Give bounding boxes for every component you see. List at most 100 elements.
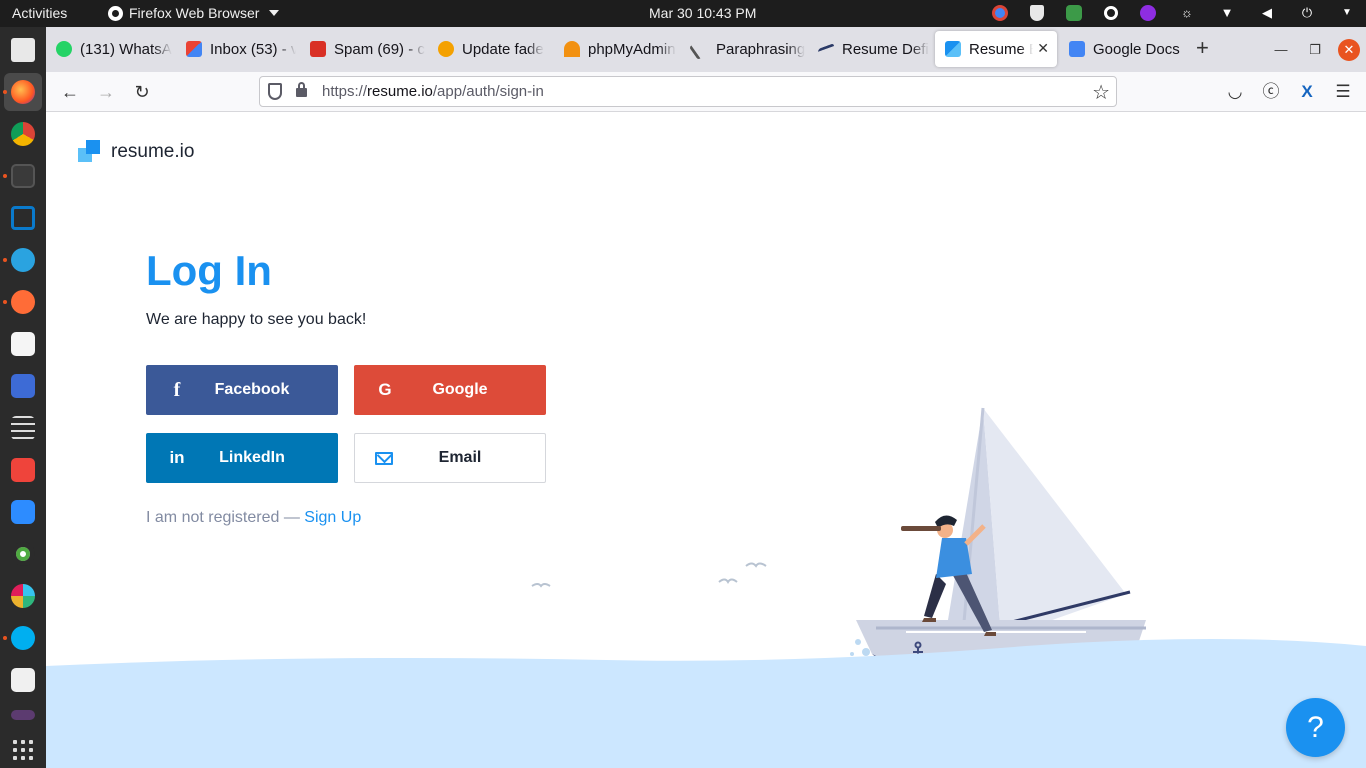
new-tab-icon[interactable]: +	[1196, 37, 1209, 59]
tab-label: Resume Bu	[969, 40, 1033, 58]
phpmyadmin-icon	[564, 41, 580, 57]
running-indicator	[3, 90, 7, 94]
close-window-icon[interactable]: ✕	[1338, 38, 1360, 61]
show-applications-icon[interactable]	[13, 740, 33, 760]
tab-strip: (131) WhatsApp Inbox (53) - v Spam (69) …	[46, 27, 1366, 72]
tab-update-fade[interactable]: Update fade	[428, 31, 552, 67]
running-indicator	[3, 258, 7, 262]
chrome-dock-icon[interactable]	[11, 122, 35, 146]
vscode-icon[interactable]	[11, 206, 35, 230]
sea-water	[46, 639, 1366, 768]
chrome-tray-icon[interactable]	[992, 5, 1008, 21]
url-text[interactable]: https://resume.io/app/auth/sign-in	[322, 83, 544, 100]
telegram-icon[interactable]	[11, 248, 35, 272]
dock	[0, 27, 46, 768]
resume-io-logo-icon	[78, 140, 102, 164]
terminal-icon[interactable]	[11, 164, 35, 188]
back-icon[interactable]: ←	[58, 80, 82, 104]
postman-icon[interactable]	[11, 290, 35, 314]
chevron-down-icon	[269, 10, 280, 16]
minimize-icon[interactable]: —	[1264, 42, 1298, 57]
update-tray-icon[interactable]	[1066, 5, 1082, 21]
firefox-dock-icon[interactable]	[11, 80, 35, 104]
maximize-icon[interactable]: ❐	[1298, 42, 1332, 58]
chevron-down-icon[interactable]: ▼	[1338, 4, 1356, 22]
skype-icon[interactable]	[11, 626, 35, 650]
shield-tray-icon[interactable]	[1030, 5, 1044, 21]
tab-phpmyadmin[interactable]: phpMyAdmin	[554, 31, 680, 67]
resume-definition-icon	[818, 43, 834, 55]
hamburger-menu-icon[interactable]: ☰	[1334, 80, 1352, 104]
tab-label: Inbox (53) - v	[210, 40, 296, 58]
close-tab-icon[interactable]: ✕	[1037, 40, 1049, 57]
pen-icon	[688, 37, 712, 61]
record-tray-icon[interactable]	[1104, 6, 1118, 20]
activities-button[interactable]: Activities	[12, 5, 67, 21]
volume-icon[interactable]: ◀	[1258, 4, 1276, 22]
stackoverflow-icon	[438, 41, 454, 57]
tab-google-docs[interactable]: Google Docs	[1059, 31, 1183, 67]
toolbar-right: ◡ ⓒ X ☰	[1226, 80, 1352, 104]
running-indicator	[3, 636, 7, 640]
app-tray-icon[interactable]	[1140, 5, 1156, 21]
slack-icon[interactable]	[11, 584, 35, 608]
wifi-icon[interactable]: ▼	[1218, 4, 1236, 22]
birds	[531, 562, 767, 588]
tab-gmail-spam[interactable]: Spam (69) - c	[300, 31, 426, 67]
url-bar[interactable]: https://resume.io/app/auth/sign-in ☆	[259, 76, 1117, 107]
whatsapp-icon	[56, 41, 72, 57]
tab-label: Resume Defi	[842, 40, 929, 58]
tab-resume-definition[interactable]: Resume Defi	[808, 31, 934, 67]
tab-resume-builder[interactable]: Resume Bu ✕	[935, 31, 1057, 67]
tab-whatsapp[interactable]: (131) WhatsApp	[46, 31, 172, 67]
bookmark-star-icon[interactable]: ☆	[1092, 80, 1110, 105]
brightness-icon[interactable]: ☼	[1178, 4, 1196, 22]
tab-label: Paraphrasing	[716, 40, 806, 58]
google-docs-icon	[1069, 41, 1085, 57]
page-title: Log In	[146, 247, 272, 294]
brand-logo[interactable]: resume.io	[78, 140, 194, 164]
tab-label: (131) WhatsApp	[80, 40, 172, 58]
gmail-icon	[186, 41, 202, 57]
page-content: resume.io Log In We are happy to see you…	[46, 112, 1366, 768]
sailboat-illustration	[46, 407, 1366, 768]
mongodb-icon[interactable]	[11, 542, 35, 566]
question-mark-icon: ?	[1307, 711, 1324, 744]
clock[interactable]: Mar 30 10:43 PM	[649, 5, 756, 21]
app-icon[interactable]	[11, 710, 35, 720]
lock-icon[interactable]	[296, 82, 307, 97]
tab-label: Spam (69) - c	[334, 40, 425, 58]
app-menu-label: Firefox Web Browser	[129, 5, 260, 21]
tab-label: Google Docs	[1093, 40, 1180, 58]
system-tray: ☼ ▼ ◀ ⏻ ▼	[970, 4, 1356, 22]
tab-label: Update fade	[462, 40, 544, 58]
text-editor-icon[interactable]	[11, 332, 35, 356]
system-top-bar: Activities Firefox Web Browser Mar 30 10…	[0, 0, 1366, 27]
tab-gmail-inbox[interactable]: Inbox (53) - v	[176, 31, 296, 67]
anydesk-icon[interactable]	[11, 458, 35, 482]
page-subtitle: We are happy to see you back!	[146, 311, 367, 328]
spam-gmail-icon	[310, 41, 326, 57]
reload-icon[interactable]: ↻	[130, 80, 154, 104]
app-menu[interactable]: Firefox Web Browser	[108, 5, 280, 21]
window-controls: — ❐ ✕	[1264, 27, 1366, 72]
running-indicator	[3, 300, 7, 304]
document-viewer-icon[interactable]	[11, 668, 35, 692]
firefox-icon	[108, 5, 123, 21]
running-indicator	[3, 174, 7, 178]
settings-sliders-icon[interactable]	[11, 416, 35, 440]
extension-c-icon[interactable]: ⓒ	[1262, 80, 1280, 104]
tracking-protection-icon[interactable]	[268, 83, 282, 100]
screenshot-icon[interactable]	[11, 374, 35, 398]
pocket-icon[interactable]: ◡	[1226, 80, 1244, 104]
forward-icon[interactable]: →	[94, 80, 118, 104]
extension-x-icon[interactable]: X	[1298, 80, 1316, 104]
power-icon[interactable]: ⏻	[1298, 4, 1316, 22]
files-icon[interactable]	[11, 38, 35, 62]
resume-io-icon	[945, 41, 961, 57]
url-path: /app/auth/sign-in	[432, 83, 544, 100]
tab-label: phpMyAdmin	[588, 40, 676, 58]
help-button[interactable]: ?	[1286, 698, 1345, 757]
tab-paraphrasing[interactable]: Paraphrasing	[682, 31, 808, 67]
zoom-icon[interactable]	[11, 500, 35, 524]
